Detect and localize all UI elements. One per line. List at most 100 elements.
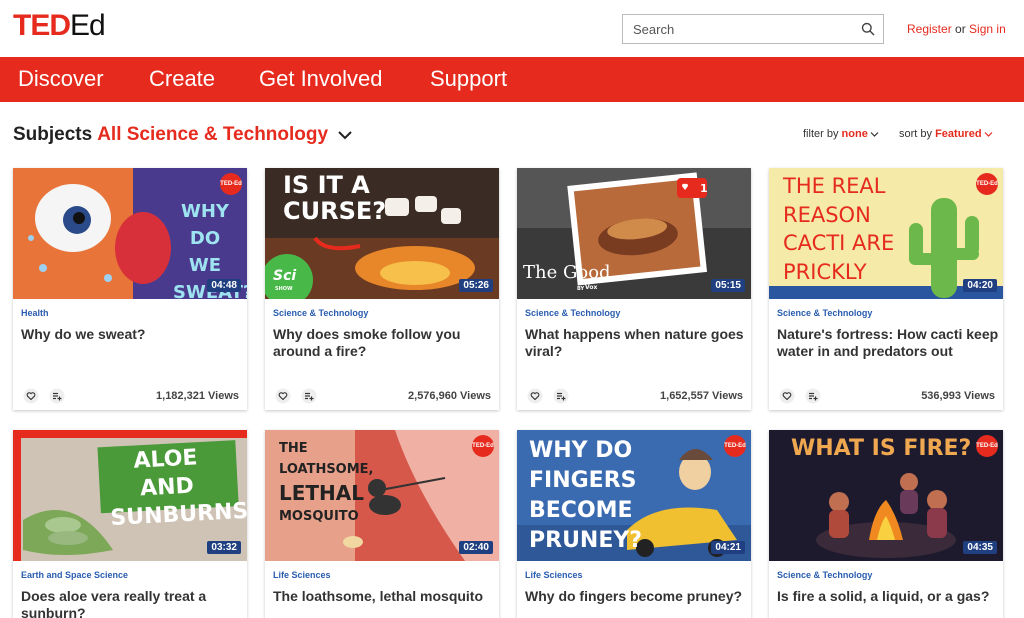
video-category[interactable]: Science & Technology bbox=[777, 308, 872, 318]
video-thumbnail[interactable]: 1 The Good BY Vox 05:15 bbox=[517, 168, 751, 299]
logo-ed: Ed bbox=[70, 9, 106, 42]
video-thumbnail[interactable]: THE REAL REASON CACTI ARE PRICKLY TED-Ed… bbox=[769, 168, 1003, 299]
video-card[interactable]: WHAT IS FIRE? TED-Ed 04:35 Science & Tec… bbox=[769, 430, 1003, 618]
ted-ed-badge: TED-Ed bbox=[976, 173, 998, 195]
search-box bbox=[622, 14, 884, 44]
main-nav: Discover Create Get Involved Support bbox=[0, 57, 1024, 102]
video-duration: 04:21 bbox=[711, 541, 745, 554]
video-category[interactable]: Science & Technology bbox=[525, 308, 620, 318]
video-duration: 05:26 bbox=[459, 279, 493, 292]
view-count: 2,576,960 Views bbox=[408, 390, 491, 402]
video-duration: 04:35 bbox=[963, 541, 997, 554]
add-to-playlist-icon[interactable] bbox=[553, 388, 569, 404]
signin-link[interactable]: Sign in bbox=[969, 22, 1006, 36]
video-duration: 03:32 bbox=[207, 541, 241, 554]
video-card[interactable]: THE REAL REASON CACTI ARE PRICKLY TED-Ed… bbox=[769, 168, 1003, 410]
heart-icon[interactable] bbox=[527, 388, 543, 404]
filter-by[interactable]: filter by none bbox=[803, 128, 879, 140]
video-card[interactable]: THE LOATHSOME, LETHAL MOSQUITO TED-Ed 02… bbox=[265, 430, 499, 618]
filter-value[interactable]: none bbox=[842, 128, 868, 140]
video-category[interactable]: Science & Technology bbox=[777, 570, 872, 580]
nav-create[interactable]: Create bbox=[149, 66, 215, 92]
thumb-caption: CACTI ARE bbox=[783, 231, 895, 255]
video-duration: 04:48 bbox=[207, 279, 241, 292]
video-card[interactable]: ALOE AND SUNBURNS 03:32 Earth and Space … bbox=[13, 430, 247, 618]
video-title[interactable]: Why do fingers become pruney? bbox=[525, 588, 747, 605]
sort-label: sort by bbox=[899, 128, 933, 140]
nav-discover[interactable]: Discover bbox=[18, 66, 104, 92]
video-title[interactable]: Nature's fortress: How cacti keep water … bbox=[777, 326, 999, 360]
register-link[interactable]: Register bbox=[907, 22, 952, 36]
top-header: TEDEd Register or Sign in bbox=[0, 0, 1024, 56]
video-thumbnail[interactable]: IS IT A CURSE? Sci SHOW 05:26 bbox=[265, 168, 499, 299]
sort-by[interactable]: sort by Featured bbox=[899, 128, 993, 140]
video-duration: 04:20 bbox=[963, 279, 997, 292]
card-actions: 536,993 Views bbox=[777, 388, 995, 404]
video-title[interactable]: Is fire a solid, a liquid, or a gas? bbox=[777, 588, 999, 605]
ted-ed-logo[interactable]: TED Ed bbox=[13, 9, 106, 43]
video-title[interactable]: What happens when nature goes viral? bbox=[525, 326, 747, 360]
view-count: 536,993 Views bbox=[921, 390, 995, 402]
thumb-caption: IS IT A bbox=[283, 171, 370, 199]
video-category[interactable]: Earth and Space Science bbox=[21, 570, 128, 580]
video-category[interactable]: Science & Technology bbox=[273, 308, 368, 318]
heart-icon[interactable] bbox=[779, 388, 795, 404]
sort-value[interactable]: Featured bbox=[935, 128, 981, 140]
thumb-caption: BECOME bbox=[529, 498, 633, 523]
thumb-caption: PRUNEY? bbox=[529, 528, 643, 553]
thumb-caption: THE REAL bbox=[783, 174, 886, 198]
ted-ed-badge: TED-Ed bbox=[976, 435, 998, 457]
add-to-playlist-icon[interactable] bbox=[805, 388, 821, 404]
thumb-caption: FINGERS bbox=[529, 468, 637, 493]
video-card[interactable]: IS IT A CURSE? Sci SHOW 05:26 Science & … bbox=[265, 168, 499, 410]
thumb-caption: The Good bbox=[523, 262, 611, 283]
thumb-caption: REASON bbox=[783, 202, 871, 227]
nav-support[interactable]: Support bbox=[430, 66, 507, 92]
thumb-caption: LOATHSOME, bbox=[279, 462, 374, 477]
thumb-caption: THE bbox=[279, 441, 308, 456]
video-thumbnail[interactable]: WHY DO WE SWEAT? TED-Ed 04:48 bbox=[13, 168, 247, 299]
heart-icon[interactable] bbox=[23, 388, 39, 404]
thumb-caption: BY bbox=[577, 286, 585, 292]
filter-label: filter by bbox=[803, 128, 839, 140]
video-card[interactable]: WHY DO FINGERS BECOME PRUNEY? TED-Ed 04:… bbox=[517, 430, 751, 618]
thumb-caption: WHY bbox=[181, 201, 229, 222]
video-card[interactable]: 1 The Good BY Vox 05:15 Science & Techno… bbox=[517, 168, 751, 410]
video-thumbnail[interactable]: WHY DO FINGERS BECOME PRUNEY? TED-Ed 04:… bbox=[517, 430, 751, 561]
add-to-playlist-icon[interactable] bbox=[49, 388, 65, 404]
video-title[interactable]: The loathsome, lethal mosquito bbox=[273, 588, 495, 605]
nav-get-involved[interactable]: Get Involved bbox=[259, 66, 383, 92]
sci-show-logo-sub: SHOW bbox=[275, 286, 293, 292]
video-category[interactable]: Life Sciences bbox=[525, 570, 583, 580]
video-thumbnail[interactable]: THE LOATHSOME, LETHAL MOSQUITO TED-Ed 02… bbox=[265, 430, 499, 561]
video-duration: 05:15 bbox=[711, 279, 745, 292]
thumb-caption: DO WE bbox=[188, 228, 222, 276]
video-category[interactable]: Health bbox=[21, 308, 49, 318]
search-input[interactable] bbox=[623, 15, 843, 43]
heart-icon[interactable] bbox=[275, 388, 291, 404]
subject-selector[interactable]: All Science & Technology bbox=[97, 124, 328, 145]
video-title[interactable]: Does aloe vera really treat a sunburn? bbox=[21, 588, 243, 618]
thumb-caption: MOSQUITO bbox=[279, 509, 359, 524]
video-card[interactable]: WHY DO WE SWEAT? TED-Ed 04:48 Health Why… bbox=[13, 168, 247, 410]
video-thumbnail[interactable]: WHAT IS FIRE? TED-Ed 04:35 bbox=[769, 430, 1003, 561]
thumb-caption: CURSE? bbox=[283, 197, 387, 225]
video-title[interactable]: Why do we sweat? bbox=[21, 326, 243, 343]
like-counter: 1 bbox=[700, 182, 708, 195]
chevron-down-icon bbox=[984, 131, 992, 137]
sci-show-logo: Sci bbox=[273, 268, 297, 284]
chevron-down-icon[interactable] bbox=[337, 129, 353, 141]
logo-ted: TED bbox=[13, 9, 71, 42]
video-title[interactable]: Why does smoke follow you around a fire? bbox=[273, 326, 495, 360]
auth-links: Register or Sign in bbox=[907, 22, 1006, 36]
card-actions: 1,652,557 Views bbox=[525, 388, 743, 404]
ted-ed-badge: TED-Ed bbox=[724, 435, 746, 457]
view-count: 1,182,321 Views bbox=[156, 390, 239, 402]
vox-logo: Vox bbox=[585, 284, 598, 291]
search-icon[interactable] bbox=[861, 22, 875, 36]
ted-ed-badge: TED-Ed bbox=[472, 435, 494, 457]
subjects-label: Subjects bbox=[13, 124, 93, 145]
add-to-playlist-icon[interactable] bbox=[301, 388, 317, 404]
video-thumbnail[interactable]: ALOE AND SUNBURNS 03:32 bbox=[13, 430, 247, 561]
video-category[interactable]: Life Sciences bbox=[273, 570, 331, 580]
